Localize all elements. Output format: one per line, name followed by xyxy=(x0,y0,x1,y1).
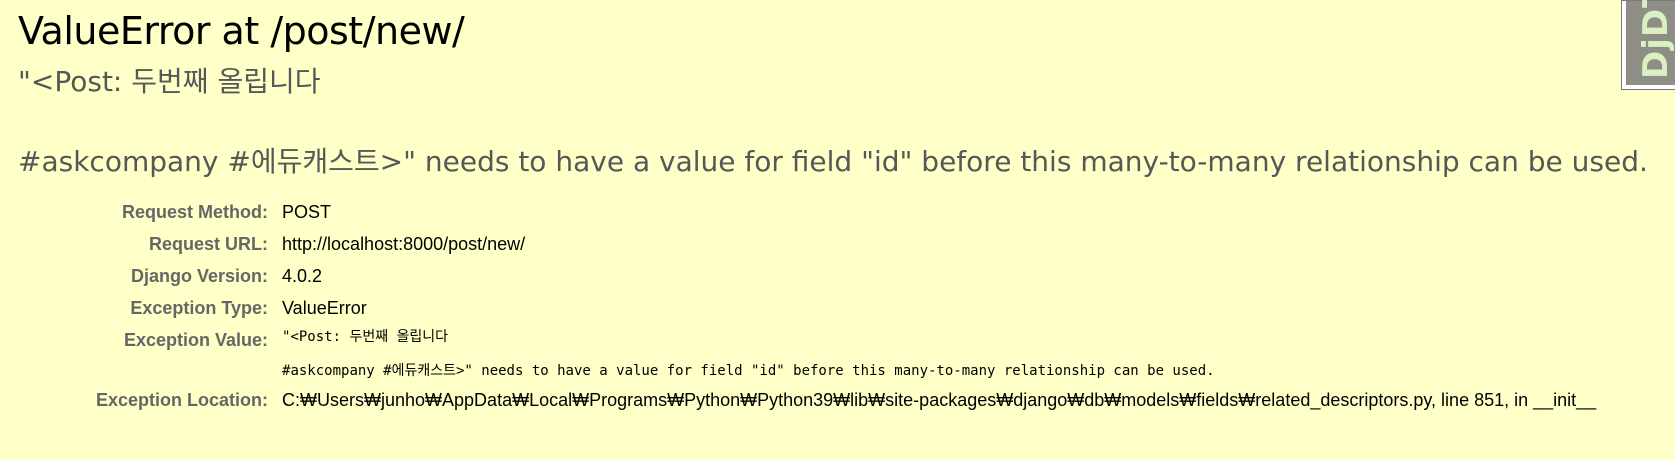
meta-row-request-url: Request URL: http://localhost:8000/post/… xyxy=(96,228,1596,260)
request-meta-table: Request Method: POST Request URL: http:/… xyxy=(96,196,1596,416)
exception-value-pre-line-2: #askcompany #에듀캐스트>" needs to have a val… xyxy=(282,363,1215,379)
meta-row-exception-type: Exception Type: ValueError xyxy=(96,292,1596,324)
meta-value: C:₩Users₩junho₩AppData₩Local₩Programs₩Py… xyxy=(282,390,1597,410)
exception-value-pre: "<Post: 두번째 올립니다 #askcompany #에듀캐스트>" nee… xyxy=(282,328,1596,380)
meta-value: ValueError xyxy=(282,298,367,318)
error-summary: ValueError at /post/new/ "<Post: 두번째 올립니… xyxy=(0,0,1675,416)
page-title: ValueError at /post/new/ xyxy=(18,9,465,53)
meta-value: 4.0.2 xyxy=(282,266,323,286)
meta-row-exception-location: Exception Location: C:₩Users₩junho₩AppDa… xyxy=(96,384,1596,416)
meta-value: "<Post: 두번째 올립니다 #askcompany #에듀캐스트>" nee… xyxy=(282,324,1596,384)
exception-value-pre-line-1: "<Post: 두번째 올립니다 xyxy=(282,329,449,345)
meta-row-django-version: Django Version: 4.0.2 xyxy=(96,260,1596,292)
meta-label: Exception Location: xyxy=(96,390,269,410)
meta-row-request-method: Request Method: POST xyxy=(96,196,1596,228)
meta-label: Exception Type: xyxy=(130,298,269,318)
meta-label: Exception Value: xyxy=(123,330,269,350)
debug-toolbar-handle-face: DjDT xyxy=(1626,0,1675,85)
meta-value: http://localhost:8000/post/new/ xyxy=(282,234,526,254)
exception-value-line-2: #askcompany #에듀캐스트>" needs to have a val… xyxy=(18,145,1648,178)
meta-label: Request URL: xyxy=(149,234,269,254)
meta-value: POST xyxy=(282,202,332,222)
debug-toolbar-handle[interactable]: DjDT xyxy=(1621,0,1675,90)
meta-label: Request Method: xyxy=(122,202,269,222)
meta-row-exception-value: Exception Value: "<Post: 두번째 올립니다 #askcom… xyxy=(96,324,1596,384)
debug-toolbar-label: DjDT xyxy=(1636,0,1675,79)
exception-value-line-1: "<Post: 두번째 올립니다 xyxy=(18,65,321,98)
meta-label: Django Version: xyxy=(130,266,269,286)
exception-value-heading: "<Post: 두번째 올립니다 #askcompany #에듀캐스트>" ne… xyxy=(18,64,1657,180)
